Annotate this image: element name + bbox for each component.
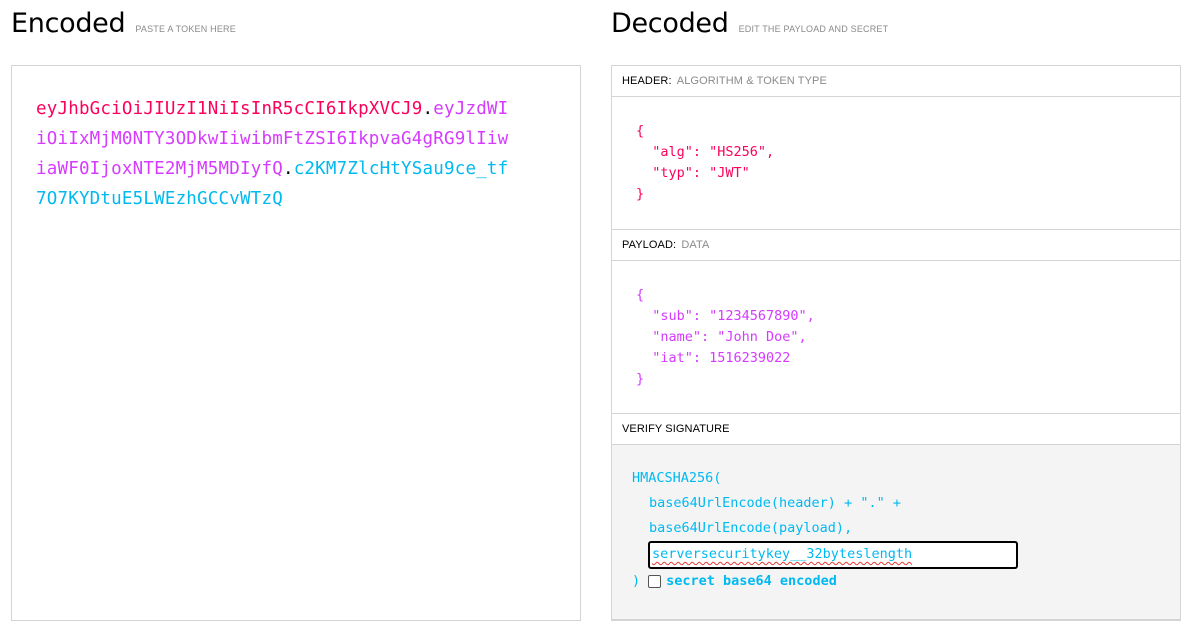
verify-code: HMACSHA256( base64UrlEncode(header) + "."… bbox=[632, 466, 901, 541]
hmac-fn: HMACSHA256( bbox=[632, 470, 722, 486]
close-paren: ) bbox=[632, 573, 641, 589]
header-json[interactable]: { "alg": "HS256", "typ": "JWT" } bbox=[636, 121, 774, 205]
token-dot: . bbox=[282, 159, 294, 179]
payload-json-editor[interactable]: { "sub": "1234567890", "name": "John Doe… bbox=[612, 261, 1180, 414]
payload-section-hint: DATA bbox=[681, 239, 710, 251]
encode-payload-line: base64UrlEncode(payload), bbox=[649, 520, 853, 536]
token-header-part: eyJhbGciOiJIUzI1NiIsInR5cCI6IkpXVCJ9 bbox=[36, 99, 423, 119]
token-dot: . bbox=[422, 99, 434, 119]
encoded-token-editor[interactable]: eyJhbGciOiJIUzI1NiIsInR5cCI6IkpXVCJ9.eyJ… bbox=[11, 65, 581, 621]
decoded-title: Decoded bbox=[611, 8, 729, 39]
encoded-heading: Encoded PASTE A TOKEN HERE bbox=[11, 8, 236, 39]
header-section-title: HEADER: ALGORITHM & TOKEN TYPE bbox=[612, 66, 1180, 97]
secret-base64-checkbox[interactable] bbox=[648, 574, 662, 588]
verify-signature-body: HMACSHA256( base64UrlEncode(header) + "."… bbox=[612, 445, 1180, 620]
encoded-subtitle: PASTE A TOKEN HERE bbox=[135, 24, 236, 34]
decoded-subtitle: EDIT THE PAYLOAD AND SECRET bbox=[738, 24, 889, 34]
secret-options: ) secret base64 encoded bbox=[632, 573, 837, 589]
header-section-label: HEADER: bbox=[622, 75, 672, 87]
verify-section-label: VERIFY SIGNATURE bbox=[622, 423, 730, 435]
secret-base64-label[interactable]: secret base64 encoded bbox=[666, 573, 837, 589]
decoded-panel: HEADER: ALGORITHM & TOKEN TYPE { "alg": … bbox=[611, 65, 1181, 621]
verify-section-title: VERIFY SIGNATURE bbox=[612, 414, 1180, 445]
encode-header-line: base64UrlEncode(header) + "." + bbox=[649, 495, 901, 511]
header-section-hint: ALGORITHM & TOKEN TYPE bbox=[676, 75, 827, 87]
decoded-heading: Decoded EDIT THE PAYLOAD AND SECRET bbox=[611, 8, 888, 39]
payload-section-label: PAYLOAD: bbox=[622, 239, 677, 251]
token-text[interactable]: eyJhbGciOiJIUzI1NiIsInR5cCI6IkpXVCJ9.eyJ… bbox=[36, 94, 516, 214]
secret-input[interactable]: serversecuritykey__32byteslength bbox=[648, 541, 1018, 569]
header-json-editor[interactable]: { "alg": "HS256", "typ": "JWT" } bbox=[612, 97, 1180, 230]
payload-section-title: PAYLOAD: DATA bbox=[612, 230, 1180, 261]
payload-json[interactable]: { "sub": "1234567890", "name": "John Doe… bbox=[636, 285, 815, 390]
encoded-title: Encoded bbox=[11, 8, 126, 39]
